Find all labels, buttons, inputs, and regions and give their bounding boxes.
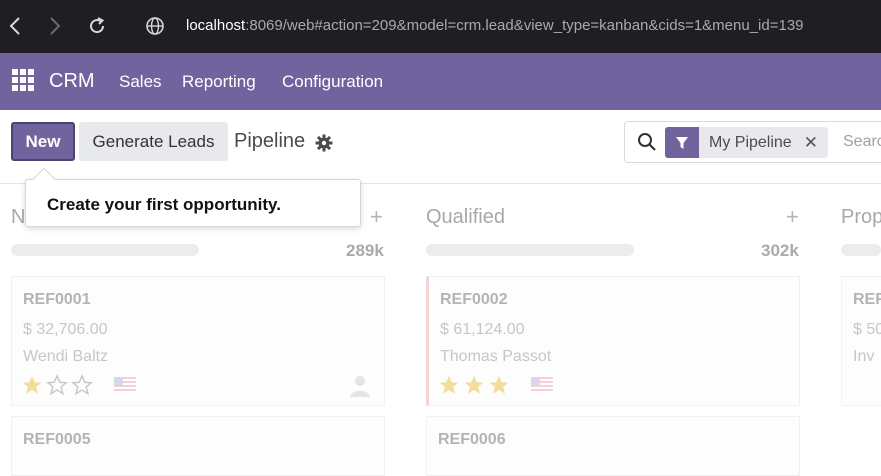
column-total: 289k <box>346 241 384 260</box>
column-progress-bar <box>11 244 199 256</box>
forward-icon[interactable] <box>43 14 67 38</box>
card-ref: REF <box>853 291 881 308</box>
address-bar[interactable]: localhost:8069/web#action=209&model=crm.… <box>186 17 804 34</box>
filter-icon <box>665 127 699 158</box>
column-progress-bar <box>426 244 634 256</box>
column-title: Qualified <box>426 206 505 228</box>
reload-icon[interactable] <box>85 14 109 38</box>
tooltip-text: Create your first opportunity. <box>47 195 281 214</box>
card-ref: REF0002 <box>440 291 508 308</box>
card-customer: Thomas Passot <box>440 348 552 365</box>
star-icon[interactable] <box>21 374 43 396</box>
kanban-card[interactable]: REF0001 $ 32,706.00 Wendi Baltz <box>11 276 385 406</box>
generate-leads-button[interactable]: Generate Leads <box>79 122 228 161</box>
close-icon[interactable]: ✕ <box>804 133 828 153</box>
control-panel: New Generate Leads Pipeline My Pipeline … <box>0 110 881 184</box>
apps-grid-icon[interactable] <box>12 69 34 91</box>
search-bar[interactable]: My Pipeline ✕ Search... <box>624 121 881 163</box>
card-customer: Wendi Baltz <box>23 348 109 365</box>
kanban-card[interactable]: REF0006 <box>426 416 800 476</box>
card-ref: REF0005 <box>23 431 91 448</box>
us-flag-icon <box>531 377 553 393</box>
kanban-card[interactable]: REF0005 <box>11 416 385 476</box>
gear-icon[interactable] <box>315 134 333 152</box>
star-icon[interactable] <box>71 374 93 396</box>
kanban-card[interactable]: REF $ 50 Inv <box>841 276 881 406</box>
column-total: 302k <box>761 241 799 260</box>
card-amount: $ 61,124.00 <box>440 321 525 338</box>
priority-stars[interactable] <box>21 374 93 396</box>
url-host: localhost <box>186 17 246 34</box>
priority-stars[interactable] <box>438 374 510 396</box>
menu-sales[interactable]: Sales <box>119 72 162 92</box>
plus-icon[interactable]: + <box>370 204 383 230</box>
browser-toolbar: localhost:8069/web#action=209&model=crm.… <box>0 0 881 53</box>
main-navbar: CRM Sales Reporting Configuration <box>0 53 881 110</box>
globe-icon[interactable] <box>144 15 166 37</box>
facet-label: My Pipeline <box>709 133 792 151</box>
url-path: :8069/web#action=209&model=crm.lead&view… <box>245 17 804 34</box>
card-amount: $ 32,706.00 <box>23 321 108 338</box>
user-avatar-icon[interactable] <box>347 372 373 398</box>
column-progress-bar <box>841 244 881 256</box>
card-ref: REF0006 <box>438 431 506 448</box>
app-name[interactable]: CRM <box>49 70 95 93</box>
star-icon[interactable] <box>463 374 485 396</box>
menu-configuration[interactable]: Configuration <box>282 72 383 92</box>
new-button[interactable]: New <box>11 122 75 161</box>
plus-icon[interactable]: + <box>786 204 799 230</box>
card-amount: $ 50 <box>853 321 881 338</box>
kanban-card[interactable]: REF0002 $ 61,124.00 Thomas Passot <box>426 276 800 406</box>
star-icon[interactable] <box>46 374 68 396</box>
column-title: Prop <box>841 206 881 228</box>
star-icon[interactable] <box>438 374 460 396</box>
search-input[interactable]: Search... <box>843 133 881 151</box>
search-icon[interactable] <box>637 132 657 152</box>
back-icon[interactable] <box>3 14 27 38</box>
card-ref: REF0001 <box>23 291 91 308</box>
card-customer: Inv <box>853 348 875 365</box>
onboarding-tooltip: Create your first opportunity. <box>25 167 361 227</box>
menu-reporting[interactable]: Reporting <box>182 72 256 92</box>
search-facet[interactable]: My Pipeline ✕ <box>665 127 828 158</box>
star-icon[interactable] <box>488 374 510 396</box>
breadcrumb: Pipeline <box>234 130 306 152</box>
us-flag-icon <box>114 377 136 393</box>
